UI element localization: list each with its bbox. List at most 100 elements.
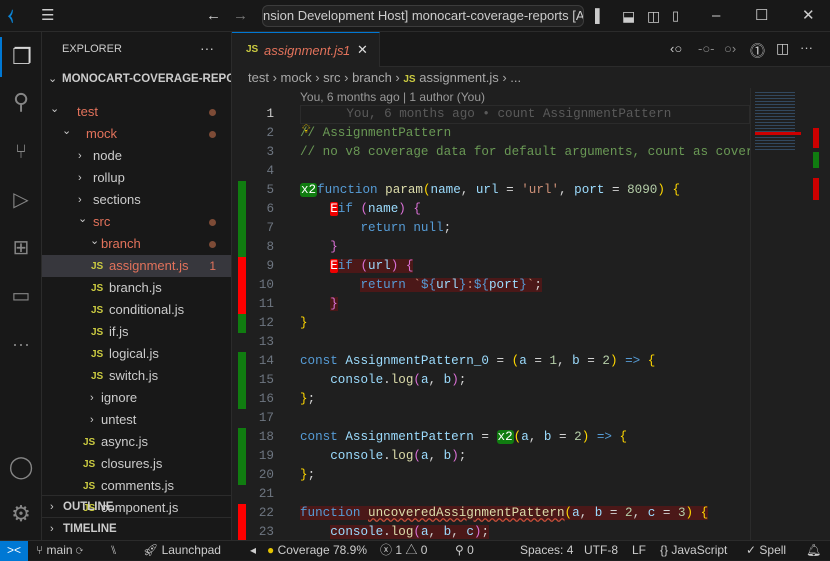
timeline-section[interactable]: › TIMELINE xyxy=(42,517,231,539)
language-status[interactable]: {} JavaScript xyxy=(660,541,727,560)
account-icon[interactable]: ◯ xyxy=(0,447,42,487)
command-center-title[interactable]: nsion Development Host] monocart-coverag… xyxy=(262,5,584,27)
line-number: 20 xyxy=(258,468,274,482)
file-item[interactable]: JS branch.js xyxy=(42,277,231,299)
code-token: 2 xyxy=(602,354,610,368)
folder-item[interactable]: ⌄ branch xyxy=(42,233,231,255)
problems-status[interactable]: ⓧ 1 △ 0 xyxy=(380,541,427,560)
git-graph-icon[interactable]: ⑊ xyxy=(110,541,117,560)
branch-name: main xyxy=(46,543,73,557)
go-to-previous-change-icon[interactable]: ‹○ xyxy=(670,41,682,56)
customize-layout-icon[interactable]: ▯ xyxy=(672,6,679,26)
file-item[interactable]: JS async.js xyxy=(42,431,231,453)
indentation-status[interactable]: Spaces: 4 xyxy=(520,541,573,560)
more-actions-icon[interactable]: ··· xyxy=(800,40,813,55)
toggle-panel-icon[interactable]: ⬓ xyxy=(622,6,635,26)
encoding-status[interactable]: UTF-8 xyxy=(584,541,618,560)
outline-section[interactable]: › OUTLINE xyxy=(42,495,231,517)
folder-item[interactable]: › node xyxy=(42,145,231,167)
code-token: function xyxy=(317,183,386,197)
split-editor-icon[interactable]: ◫ xyxy=(776,40,789,57)
settings-gear-icon[interactable]: ⚙ xyxy=(0,494,42,534)
code-editor[interactable]: 1 You, 6 months ago • count AssignmentPa… xyxy=(232,105,750,540)
breadcrumb-item[interactable]: assignment.js xyxy=(419,70,498,85)
line-number: 12 xyxy=(258,316,274,330)
explorer-more-button[interactable]: ··· xyxy=(200,40,214,56)
code-token: = xyxy=(604,183,628,197)
title-bar: ⧼ ☰ ← → nsion Development Host] monocart… xyxy=(0,0,830,32)
ports-status[interactable]: ⚲ 0 xyxy=(455,541,474,560)
launchpad-status[interactable]: 🚀︎ Launchpad xyxy=(143,541,221,560)
code-token: 'url' xyxy=(521,183,560,197)
code-token: 1 xyxy=(549,354,558,368)
minimize-icon[interactable]: – xyxy=(712,6,720,26)
go-to-next-change-icon[interactable]: ○› xyxy=(724,41,736,56)
toggle-secondary-sidebar-icon[interactable]: ◫ xyxy=(647,6,660,26)
branch-status[interactable]: ⑂ main ⟳ xyxy=(36,541,83,560)
close-window-icon[interactable]: ✕ xyxy=(802,6,815,26)
file-item[interactable]: JS logical.js xyxy=(42,343,231,365)
code-token: console xyxy=(330,449,384,463)
close-tab-icon[interactable]: ✕ xyxy=(357,42,368,58)
more-icon[interactable]: ··· xyxy=(0,324,42,364)
code-token: a xyxy=(521,430,529,444)
folder-item[interactable]: › untest xyxy=(42,409,231,431)
breadcrumb-item[interactable]: mock xyxy=(281,70,312,85)
line-number: 5 xyxy=(266,183,274,197)
folder-item[interactable]: › ignore xyxy=(42,387,231,409)
line-number: 18 xyxy=(258,430,274,444)
maximize-icon[interactable]: ☐ xyxy=(755,6,768,26)
breadcrumb-item[interactable]: branch xyxy=(352,70,392,85)
folder-item[interactable]: ⌄ mock xyxy=(42,123,231,145)
js-file-icon: JS xyxy=(91,305,104,316)
blame-codelens[interactable]: You, 6 months ago | 1 author (You) xyxy=(300,90,485,104)
tab-assignment-js[interactable]: JS assignment.js 1 ✕ xyxy=(232,32,380,67)
timeline-icon[interactable]: -○- xyxy=(698,41,715,56)
lightbulb-icon[interactable]: 💡︎ xyxy=(302,122,310,137)
file-item[interactable]: JS conditional.js xyxy=(42,299,231,321)
sync-icon[interactable]: ⟳ xyxy=(76,543,83,557)
file-item[interactable]: JS if.js xyxy=(42,321,231,343)
file-item[interactable]: JS comments.js xyxy=(42,475,231,497)
minimap[interactable] xyxy=(750,88,819,540)
code-token: console xyxy=(330,525,384,539)
workspace-root[interactable]: ⌄ MONOCART-COVERAGE-REPO... xyxy=(42,68,231,90)
eol-status[interactable]: LF xyxy=(632,541,646,560)
chevron-right-icon: › xyxy=(50,523,54,535)
folder-item[interactable]: ⌄ src xyxy=(42,211,231,233)
extensions-icon[interactable]: ⊞ xyxy=(0,227,42,267)
code-token: return xyxy=(360,278,414,292)
code-line: x2function param(name, url = 'url', port… xyxy=(300,181,680,200)
file-item[interactable]: JS closures.js xyxy=(42,453,231,475)
tree-item-label: ignore xyxy=(101,390,138,405)
run-debug-icon[interactable]: ▷ xyxy=(0,179,42,219)
breadcrumb-item[interactable]: src xyxy=(323,70,340,85)
breadcrumb-item[interactable]: ... xyxy=(510,70,521,85)
back-arrow-icon[interactable]: ← xyxy=(206,6,221,26)
breadcrumb-item[interactable]: test xyxy=(248,70,269,85)
spell-status[interactable]: ✓ Spell xyxy=(746,541,786,560)
code-line: Eif (url) { xyxy=(300,257,414,276)
source-control-icon[interactable]: ⑂ xyxy=(0,132,42,172)
file-item[interactable]: JS switch.js xyxy=(42,365,231,387)
git-lens-icon[interactable]: ⓵ xyxy=(750,40,765,61)
menu-icon[interactable]: ☰ xyxy=(41,6,54,26)
file-item[interactable]: JS assignment.js 1 xyxy=(42,255,231,277)
code-token: ( xyxy=(413,373,421,387)
code-token: AssignmentPattern_0 xyxy=(345,354,489,368)
coverage-status[interactable]: ● Coverage 78.9% xyxy=(267,541,367,560)
remote-indicator-icon[interactable]: >< xyxy=(0,541,28,561)
notifications-bell-icon[interactable]: 🔔︎ xyxy=(806,541,821,560)
search-icon[interactable]: ⚲ xyxy=(0,82,42,122)
folder-item[interactable]: › sections xyxy=(42,189,231,211)
toggle-sidebar-icon[interactable]: ▌ xyxy=(595,6,604,26)
folder-item[interactable]: › rollup xyxy=(42,167,231,189)
forward-arrow-icon[interactable]: → xyxy=(233,6,248,26)
code-line: Eif (name) { xyxy=(300,200,421,219)
speaker-icon[interactable]: ◂ xyxy=(250,541,256,560)
remote-explorer-icon[interactable]: ▭ xyxy=(0,275,42,315)
code-line: console.log(a, b, c); xyxy=(300,523,490,540)
explorer-icon[interactable]: ❐ xyxy=(0,37,42,77)
